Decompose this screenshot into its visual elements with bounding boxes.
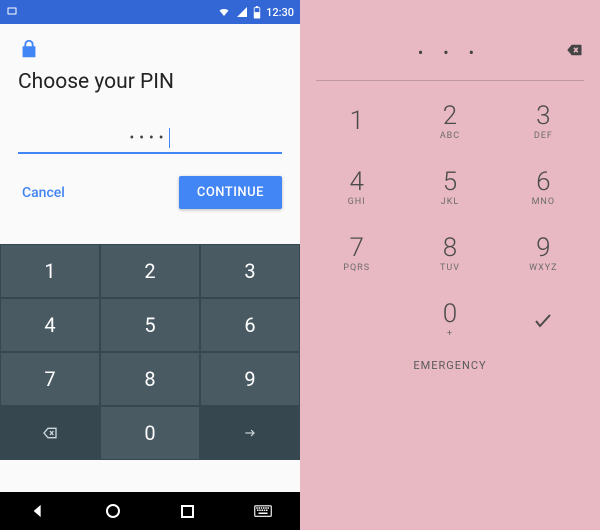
choose-pin-screen: 12:30 Choose your PIN •••• Cancel CONTIN… xyxy=(0,0,300,530)
key-2[interactable]: 2ABC xyxy=(403,89,496,155)
status-bar xyxy=(300,0,600,24)
key-8[interactable]: 8 xyxy=(101,353,199,405)
nav-recents-icon[interactable] xyxy=(168,504,208,519)
battery-icon xyxy=(253,6,261,19)
nav-back-icon[interactable] xyxy=(18,503,58,519)
key-4[interactable]: 4 xyxy=(1,299,99,351)
status-bar: 12:30 xyxy=(0,0,300,24)
notification-icon xyxy=(6,5,18,20)
key-7[interactable]: 7PQRS xyxy=(310,221,403,287)
pin-masked-value: •••• xyxy=(130,130,169,146)
enter-key[interactable] xyxy=(201,407,299,459)
key-enter[interactable] xyxy=(497,287,590,353)
key-1[interactable]: 1 xyxy=(310,89,403,155)
backspace-key[interactable] xyxy=(1,407,99,459)
pin-input[interactable]: •••• xyxy=(18,128,282,154)
numeric-keyboard: 1 2 3 4 5 6 7 8 9 0 xyxy=(0,244,300,460)
navigation-bar xyxy=(0,492,300,530)
nav-ime-icon[interactable] xyxy=(243,504,283,518)
key-5[interactable]: 5JKL xyxy=(403,155,496,221)
page-title: Choose your PIN xyxy=(18,70,282,94)
pin-masked-value: • • • xyxy=(316,43,584,62)
key-3[interactable]: 3DEF xyxy=(497,89,590,155)
text-caret xyxy=(169,128,170,148)
key-6[interactable]: 6MNO xyxy=(497,155,590,221)
emergency-button[interactable]: EMERGENCY xyxy=(300,353,600,374)
check-icon xyxy=(531,308,555,332)
key-5[interactable]: 5 xyxy=(101,299,199,351)
backspace-button[interactable] xyxy=(562,41,586,63)
wallpaper-chevron xyxy=(300,410,600,530)
pin-entry: • • • xyxy=(300,24,600,80)
lock-icon xyxy=(18,38,40,64)
key-3[interactable]: 3 xyxy=(201,245,299,297)
continue-button[interactable]: CONTINUE xyxy=(179,176,282,209)
key-6[interactable]: 6 xyxy=(201,299,299,351)
key-9[interactable]: 9WXYZ xyxy=(497,221,590,287)
lockscreen-pin-screen: • • • 1 2ABC 3DEF 4GHI 5JKL 6MNO 7PQRS 8… xyxy=(300,0,600,530)
wifi-icon xyxy=(217,6,231,18)
key-4[interactable]: 4GHI xyxy=(310,155,403,221)
key-2[interactable]: 2 xyxy=(101,245,199,297)
key-empty-left xyxy=(310,287,403,353)
key-0[interactable]: 0+ xyxy=(403,287,496,353)
key-9[interactable]: 9 xyxy=(201,353,299,405)
key-8[interactable]: 8TUV xyxy=(403,221,496,287)
signal-icon xyxy=(236,6,248,18)
status-time: 12:30 xyxy=(266,6,294,19)
key-0[interactable]: 0 xyxy=(101,407,199,459)
dial-pad: 1 2ABC 3DEF 4GHI 5JKL 6MNO 7PQRS 8TUV 9W… xyxy=(300,81,600,353)
key-7[interactable]: 7 xyxy=(1,353,99,405)
key-1[interactable]: 1 xyxy=(1,245,99,297)
cancel-button[interactable]: Cancel xyxy=(18,177,69,209)
nav-home-icon[interactable] xyxy=(93,503,133,519)
